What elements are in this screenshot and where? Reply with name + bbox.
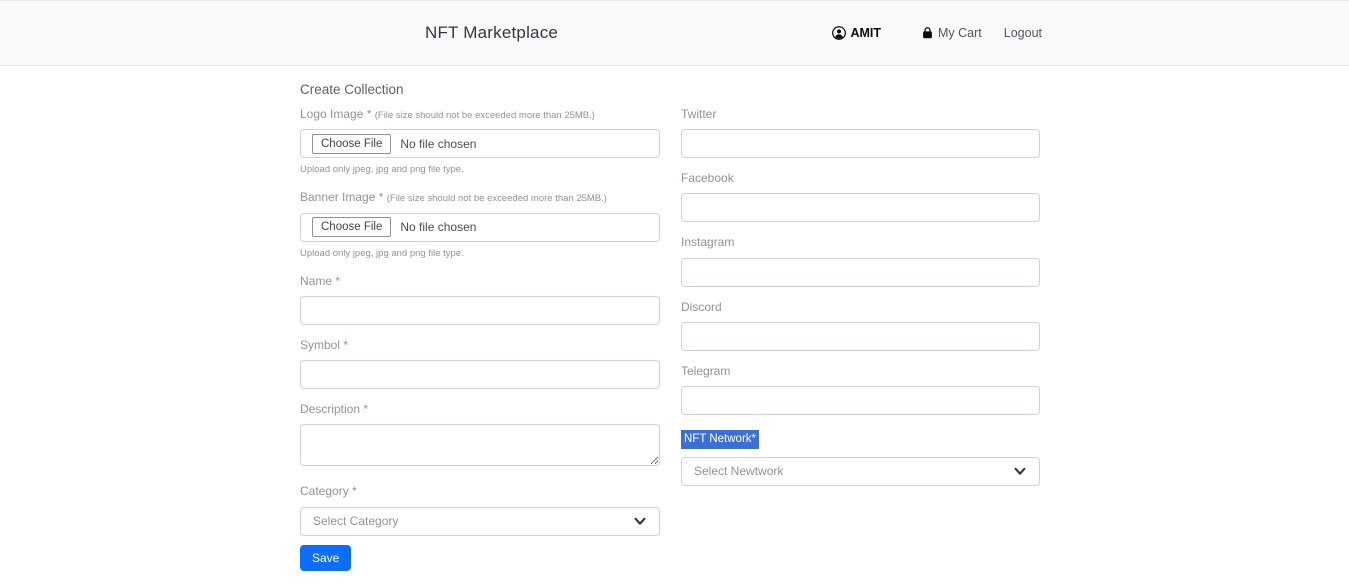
- twitter-label: Twitter: [681, 108, 1040, 121]
- brand-title: NFT Marketplace: [425, 23, 558, 43]
- symbol-label: Symbol *: [300, 339, 660, 352]
- symbol-field[interactable]: [300, 360, 660, 389]
- nft-network-select[interactable]: Select Newtwork: [681, 457, 1040, 486]
- banner-size-note: (File size should not be exceeded more t…: [387, 193, 607, 204]
- nft-network-label: NFT Network*: [681, 430, 759, 449]
- save-button[interactable]: Save: [300, 545, 351, 571]
- name-field[interactable]: [300, 296, 660, 325]
- description-group: Description *: [300, 403, 660, 471]
- twitter-field[interactable]: [681, 129, 1040, 158]
- discord-group: Discord: [681, 301, 1040, 351]
- my-cart-label: My Cart: [938, 26, 982, 40]
- my-cart-link[interactable]: My Cart: [921, 26, 982, 40]
- twitter-group: Twitter: [681, 108, 1040, 158]
- telegram-field[interactable]: [681, 386, 1040, 415]
- logo-size-note: (File size should not be exceeded more t…: [375, 110, 595, 121]
- instagram-label: Instagram: [681, 236, 1040, 249]
- banner-choose-file-button[interactable]: Choose File: [312, 217, 391, 237]
- header-nav: AMIT My Cart Logout: [832, 26, 1042, 40]
- form-left-column: Logo Image * (File size should not be ex…: [300, 108, 660, 571]
- facebook-group: Facebook: [681, 172, 1040, 222]
- chevron-down-icon: [633, 514, 647, 528]
- logo-file-status: No file chosen: [400, 137, 476, 151]
- logo-image-label: Logo Image * (File size should not be ex…: [300, 108, 660, 121]
- logo-file-input[interactable]: Choose File No file chosen: [300, 129, 660, 158]
- facebook-field[interactable]: [681, 193, 1040, 222]
- description-field[interactable]: [300, 424, 660, 466]
- name-group: Name *: [300, 275, 660, 325]
- banner-image-label: Banner Image * (File size should not be …: [300, 191, 660, 204]
- banner-image-group: Banner Image * (File size should not be …: [300, 191, 660, 258]
- nft-network-group: NFT Network* Select Newtwork: [681, 429, 1040, 486]
- category-select[interactable]: Select Category: [300, 507, 660, 536]
- create-collection-form: Create Collection Logo Image * (File siz…: [300, 66, 1040, 571]
- user-name-label: AMIT: [850, 26, 881, 40]
- symbol-group: Symbol *: [300, 339, 660, 389]
- category-label: Category *: [300, 485, 660, 498]
- facebook-label: Facebook: [681, 172, 1040, 185]
- logo-choose-file-button[interactable]: Choose File: [312, 134, 391, 154]
- category-group: Category * Select Category: [300, 485, 660, 535]
- description-label: Description *: [300, 403, 660, 416]
- logout-label: Logout: [1004, 26, 1042, 40]
- network-selected-value: Select Newtwork: [694, 464, 783, 478]
- logo-image-group: Logo Image * (File size should not be ex…: [300, 108, 660, 175]
- instagram-field[interactable]: [681, 258, 1040, 287]
- form-right-column: Twitter Facebook Instagram Discord Teleg…: [681, 108, 1040, 486]
- banner-help-text: Upload only jpeg, jpg and png file type.: [300, 248, 660, 259]
- page-title: Create Collection: [300, 82, 1040, 97]
- cart-bag-icon: [921, 26, 934, 40]
- banner-file-status: No file chosen: [400, 220, 476, 234]
- name-label: Name *: [300, 275, 660, 288]
- logout-link[interactable]: Logout: [1004, 26, 1042, 40]
- discord-label: Discord: [681, 301, 1040, 314]
- user-menu[interactable]: AMIT: [832, 26, 881, 40]
- discord-field[interactable]: [681, 322, 1040, 351]
- logo-help-text: Upload only jpeg, jpg and png file type.: [300, 164, 660, 175]
- header: NFT Marketplace AMIT My Cart Logout: [0, 0, 1349, 66]
- telegram-group: Telegram: [681, 365, 1040, 415]
- instagram-group: Instagram: [681, 236, 1040, 286]
- chevron-down-icon: [1013, 464, 1027, 478]
- category-selected-value: Select Category: [313, 514, 398, 528]
- telegram-label: Telegram: [681, 365, 1040, 378]
- banner-file-input[interactable]: Choose File No file chosen: [300, 213, 660, 242]
- person-circle-icon: [832, 26, 846, 40]
